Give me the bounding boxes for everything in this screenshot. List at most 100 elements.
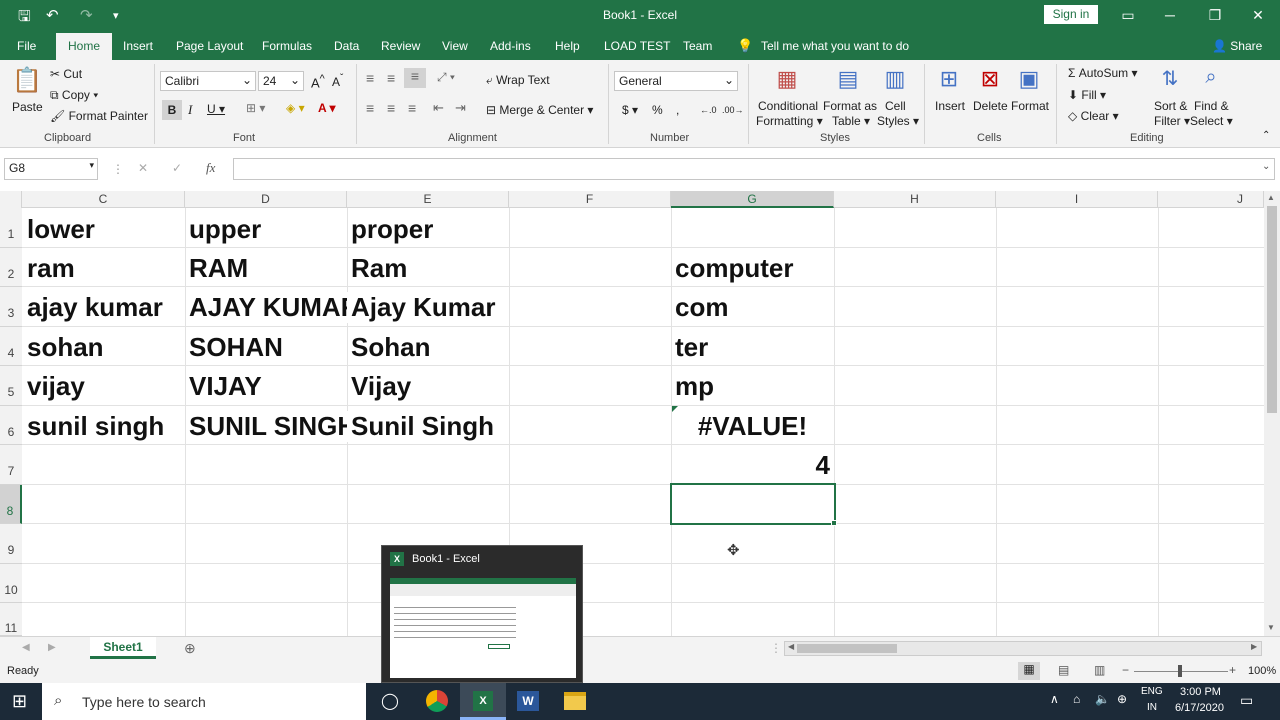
show-hidden-icons[interactable]: ∧ bbox=[1050, 692, 1059, 706]
cell-g7[interactable]: 4 bbox=[671, 450, 834, 481]
horizontal-scrollbar[interactable]: ◀ ▶ bbox=[784, 641, 1262, 656]
align-middle-icon[interactable]: ≡ bbox=[387, 70, 395, 86]
expand-formula-icon[interactable]: ⌄ bbox=[1262, 161, 1270, 172]
cell-d5[interactable]: VIJAY bbox=[185, 371, 262, 402]
row-header-3[interactable]: 3 bbox=[0, 287, 22, 327]
cell-g4[interactable]: ter bbox=[671, 332, 708, 363]
currency-icon[interactable]: $ ▾ bbox=[622, 103, 638, 117]
close-icon[interactable]: ✕ bbox=[1248, 5, 1268, 25]
copy-button[interactable]: ⧉ Copy ▾ bbox=[50, 88, 98, 103]
tab-add-ins[interactable]: Add-ins bbox=[490, 39, 531, 53]
fill-handle[interactable] bbox=[831, 520, 837, 526]
tab-file[interactable]: File bbox=[17, 39, 36, 53]
paste-icon[interactable]: 📋 bbox=[12, 66, 42, 96]
share-button[interactable]: 👤 Share bbox=[1212, 39, 1262, 53]
cell-d2[interactable]: RAM bbox=[185, 253, 248, 284]
volume-icon[interactable]: 🔈 bbox=[1095, 692, 1110, 706]
cell-d6[interactable]: SUNIL SINGH bbox=[185, 411, 347, 442]
scroll-right-icon[interactable]: ▶ bbox=[1251, 642, 1257, 651]
row-header-1[interactable]: 1 bbox=[0, 208, 22, 248]
cut-button[interactable]: ✂ Cut bbox=[50, 67, 82, 81]
column-header-i[interactable]: I bbox=[996, 191, 1158, 208]
language-globe-icon[interactable]: ⊕ bbox=[1117, 692, 1127, 706]
clear-button[interactable]: ◇ Clear ▾ bbox=[1068, 109, 1119, 123]
network-icon[interactable]: ⌂ bbox=[1073, 692, 1080, 706]
tab-home[interactable]: Home bbox=[56, 33, 113, 60]
wrap-text-button[interactable]: ⤶ Wrap Text bbox=[486, 73, 550, 88]
taskbar-search-box[interactable]: ⌕ Type here to search bbox=[42, 683, 366, 720]
cell-d3[interactable]: AJAY KUMAR bbox=[185, 292, 347, 323]
insert-cells-button[interactable]: Insert bbox=[935, 99, 965, 113]
action-center-icon[interactable]: ▭ bbox=[1240, 692, 1253, 709]
formula-input[interactable] bbox=[233, 158, 1275, 180]
shrink-font-icon[interactable]: Aˇ bbox=[332, 73, 343, 89]
maximize-icon[interactable]: ❐ bbox=[1205, 5, 1225, 25]
comma-icon[interactable]: , bbox=[676, 103, 679, 117]
increase-decimal-icon[interactable]: ←.0 bbox=[700, 105, 717, 115]
vertical-scrollbar[interactable]: ▲ ▼ bbox=[1264, 191, 1280, 636]
active-cell-g8[interactable] bbox=[670, 483, 836, 525]
name-box[interactable]: G8 ▾ bbox=[4, 158, 98, 180]
tab-formulas[interactable]: Formulas bbox=[262, 39, 312, 53]
paste-button[interactable]: Paste bbox=[12, 100, 43, 114]
delete-cells-button[interactable]: Delete bbox=[973, 99, 1008, 113]
sign-in-button[interactable]: Sign in bbox=[1044, 5, 1098, 24]
row-header-5[interactable]: 5 bbox=[0, 366, 22, 406]
cancel-icon[interactable]: ✕ bbox=[138, 161, 148, 175]
font-name-select[interactable]: Calibri ⌄ bbox=[160, 71, 256, 91]
tab-data[interactable]: Data bbox=[334, 39, 359, 53]
h-scroll-thumb[interactable] bbox=[797, 644, 897, 653]
tell-me-input[interactable]: Tell me what you want to do bbox=[761, 39, 909, 53]
ribbon-display-icon[interactable]: ▭ bbox=[1118, 5, 1138, 25]
cell-c5[interactable]: vijay bbox=[23, 371, 85, 402]
align-left-icon[interactable]: ≡ bbox=[366, 100, 374, 116]
scroll-left-icon[interactable]: ◀ bbox=[788, 642, 794, 651]
tab-review[interactable]: Review bbox=[381, 39, 420, 53]
prev-sheet-icon[interactable]: ◀ bbox=[22, 642, 30, 653]
cell-d4[interactable]: SOHAN bbox=[185, 332, 283, 363]
row-header-8[interactable]: 8 bbox=[0, 485, 22, 524]
grow-font-icon[interactable]: A^ bbox=[311, 73, 325, 90]
cell-c3[interactable]: ajay kumar bbox=[23, 292, 163, 323]
insert-function-button[interactable]: fx bbox=[206, 160, 215, 176]
input-language[interactable]: ENG bbox=[1141, 686, 1163, 697]
cell-g5[interactable]: mp bbox=[671, 371, 714, 402]
file-explorer-icon[interactable] bbox=[564, 692, 586, 710]
normal-view-icon[interactable]: ▦ bbox=[1018, 662, 1040, 680]
minimize-icon[interactable]: ─ bbox=[1160, 5, 1180, 25]
taskbar-excel[interactable]: X bbox=[460, 683, 506, 720]
tab-view[interactable]: View bbox=[442, 39, 468, 53]
page-layout-view-icon[interactable]: ▤ bbox=[1058, 663, 1069, 677]
row-header-7[interactable]: 7 bbox=[0, 445, 22, 485]
cell-g2[interactable]: computer bbox=[671, 253, 793, 284]
cell-e2[interactable]: Ram bbox=[347, 253, 407, 284]
autosum-button[interactable]: Σ AutoSum ▾ bbox=[1068, 66, 1137, 80]
conditional-formatting-button[interactable]: Conditional bbox=[758, 99, 818, 113]
column-header-c[interactable]: C bbox=[22, 191, 185, 208]
sort-filter-button[interactable]: Sort & bbox=[1154, 99, 1187, 113]
cell-c4[interactable]: sohan bbox=[23, 332, 104, 363]
center-icon[interactable]: ≡ bbox=[387, 100, 395, 116]
format-cells-button[interactable]: Format bbox=[1011, 99, 1049, 113]
tab-team[interactable]: Team bbox=[683, 39, 712, 53]
column-header-d[interactable]: D bbox=[185, 191, 347, 208]
format-as-table-button[interactable]: Format as bbox=[823, 99, 877, 113]
zoom-out-icon[interactable]: − bbox=[1122, 663, 1129, 677]
cell-g3[interactable]: com bbox=[671, 292, 728, 323]
font-size-select[interactable]: 24 ⌄ bbox=[258, 71, 304, 91]
merge-center-button[interactable]: ⊟ Merge & Center ▾ bbox=[486, 103, 593, 117]
cell-styles-button[interactable]: Cell bbox=[885, 99, 906, 113]
row-header-9[interactable]: 9 bbox=[0, 524, 22, 564]
underline-button[interactable]: U ▾ bbox=[207, 102, 225, 116]
cell-e1[interactable]: proper bbox=[347, 214, 433, 245]
cell-c1[interactable]: lower bbox=[23, 214, 95, 245]
scroll-up-icon[interactable]: ▲ bbox=[1267, 193, 1275, 202]
add-sheet-icon[interactable]: ⊕ bbox=[184, 640, 196, 657]
cell-g6[interactable]: #VALUE! bbox=[671, 411, 834, 442]
collapse-ribbon-icon[interactable]: ⌃ bbox=[1262, 130, 1270, 141]
clock-time[interactable]: 3:00 PM bbox=[1180, 686, 1221, 698]
tab-page-layout[interactable]: Page Layout bbox=[176, 39, 243, 53]
format-painter-button[interactable]: 🖌 Format Painter bbox=[50, 109, 148, 123]
decrease-decimal-icon[interactable]: .00→ bbox=[722, 105, 744, 115]
chrome-icon[interactable] bbox=[426, 690, 448, 712]
